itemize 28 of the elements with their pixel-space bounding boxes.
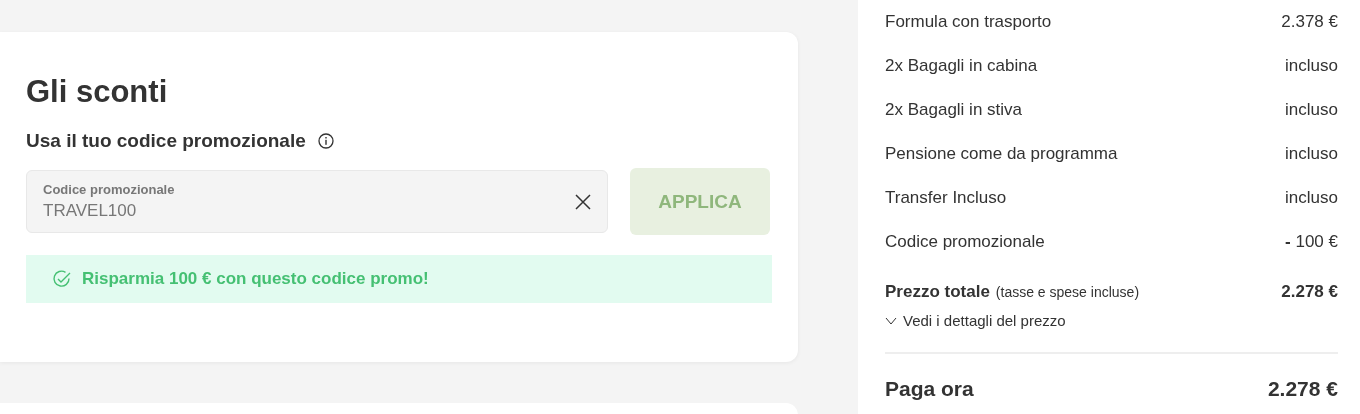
item-label: 2x Bagagli in cabina — [885, 56, 1038, 76]
item-label: Pensione come da programma — [885, 144, 1118, 164]
price-details-link[interactable]: Vedi i dettagli del prezzo — [885, 312, 1066, 329]
pay-now-label: Paga ora — [885, 377, 974, 401]
item-value: - 100 € — [1285, 232, 1338, 252]
pay-now-value: 2.278 € — [1267, 377, 1338, 401]
clear-icon[interactable] — [575, 193, 591, 210]
item-label: 2x Bagagli in stiva — [885, 100, 1023, 120]
item-label: Codice promozionale — [885, 232, 1045, 252]
field-label: Codice promozionale — [43, 182, 175, 197]
chevron-down-icon — [885, 316, 897, 325]
field-value: TRAVEL100 — [43, 201, 138, 221]
section-title: Gli sconti — [26, 73, 169, 111]
check-circle-icon — [52, 269, 72, 289]
message-text: Risparmia 100 € con questo codice promo! — [82, 269, 429, 289]
promo-code-heading: Usa il tuo codice promozionale — [26, 130, 306, 152]
item-label: Transfer Incluso — [885, 188, 1007, 208]
item-value: incluso — [1285, 188, 1338, 208]
total-label: Prezzo totale — [885, 282, 990, 302]
item-value: incluso — [1285, 144, 1338, 164]
promo-code-field[interactable]: Codice promozionale TRAVEL100 — [26, 170, 608, 233]
item-value: incluso — [1285, 56, 1338, 76]
total-value: 2.278 € — [1281, 282, 1338, 302]
total-note: (tasse e spese incluse) — [995, 284, 1140, 300]
info-icon[interactable] — [317, 133, 334, 149]
item-label: Formula con trasporto — [885, 12, 1052, 32]
item-value: incluso — [1285, 100, 1338, 120]
item-value: 2.378 € — [1281, 12, 1338, 32]
